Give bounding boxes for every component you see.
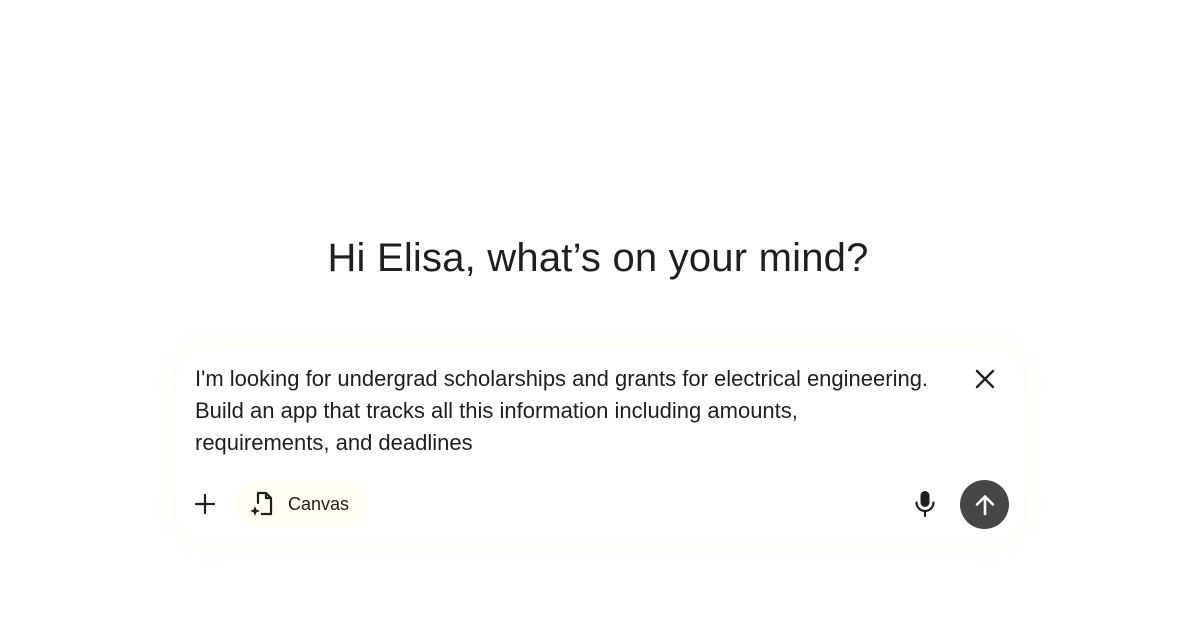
clear-prompt-button[interactable] [970,364,1000,394]
microphone-button[interactable] [910,489,940,519]
prompt-composer: I'm looking for undergrad scholarships a… [176,348,1024,543]
composer-toolbar: Canvas [190,480,368,528]
canvas-chip-label: Canvas [288,493,350,514]
microphone-icon [914,490,936,518]
prompt-input[interactable]: I'm looking for undergrad scholarships a… [195,363,955,459]
canvas-icon [250,490,276,518]
app-page: Hi Elisa, what’s on your mind? I'm looki… [0,0,1200,630]
arrow-up-icon [973,493,997,517]
canvas-tool-chip[interactable]: Canvas [236,481,368,527]
plus-icon [194,493,216,515]
greeting-heading: Hi Elisa, what’s on your mind? [327,236,869,280]
add-attachment-button[interactable] [190,489,220,519]
send-button[interactable] [960,480,1009,529]
close-icon [974,368,996,390]
